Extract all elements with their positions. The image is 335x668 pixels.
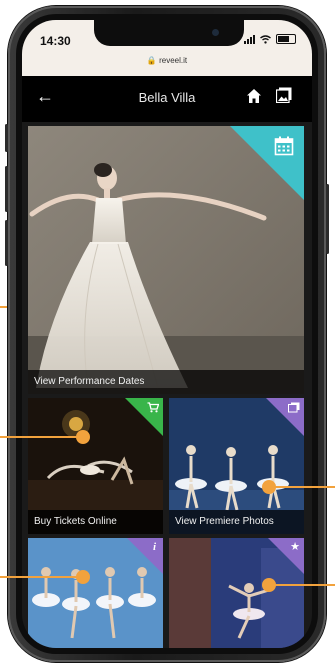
phone-bezel: 14:30 🔒 reveel.it ← Bella Villa View Per… <box>16 14 318 654</box>
tile-favorite[interactable]: ★ <box>169 538 304 648</box>
lock-icon: 🔒 <box>146 56 157 65</box>
notch <box>94 20 244 46</box>
photos-icon <box>288 402 300 413</box>
callout-dot-info <box>76 570 90 584</box>
callout-line-info <box>0 576 82 578</box>
tile-premiere-photos[interactable]: View Premiere Photos <box>169 398 304 534</box>
camera-icon <box>212 29 219 36</box>
tile-caption: View Premiere Photos <box>169 510 304 534</box>
tile-caption: View Performance Dates <box>28 370 304 394</box>
status-time: 14:30 <box>40 34 71 48</box>
callout-line-premiere <box>272 486 335 488</box>
wifi-icon <box>260 34 271 44</box>
page-title: Bella Villa <box>138 90 196 105</box>
star-icon: ★ <box>290 540 300 553</box>
battery-icon <box>276 34 296 44</box>
tile-info[interactable]: i <box>28 538 163 648</box>
status-icons <box>244 34 296 44</box>
status-bar: 14:30 🔒 reveel.it <box>22 20 312 76</box>
url-bar[interactable]: 🔒 reveel.it <box>22 56 312 65</box>
callout-line-favorite <box>272 584 335 586</box>
info-icon: i <box>152 541 156 553</box>
nav-bar: ← Bella Villa <box>22 76 312 122</box>
signal-icon <box>244 34 255 44</box>
tile-buy-tickets[interactable]: Buy Tickets Online <box>28 398 163 534</box>
tile-caption: Buy Tickets Online <box>28 510 163 534</box>
tile-performance-dates[interactable]: View Performance Dates <box>28 126 304 394</box>
info-badge <box>127 538 163 574</box>
cart-icon <box>147 402 159 413</box>
callout-line-tickets <box>0 436 82 438</box>
url-text: reveel.it <box>159 56 188 65</box>
phone-frame: 14:30 🔒 reveel.it ← Bella Villa View Per… <box>5 6 329 662</box>
home-icon[interactable] <box>246 88 262 104</box>
callout-dot-tickets <box>76 430 90 444</box>
gallery-icon[interactable] <box>276 87 292 103</box>
screen: 14:30 🔒 reveel.it ← Bella Villa View Per… <box>22 20 312 648</box>
calendar-icon <box>274 136 294 156</box>
